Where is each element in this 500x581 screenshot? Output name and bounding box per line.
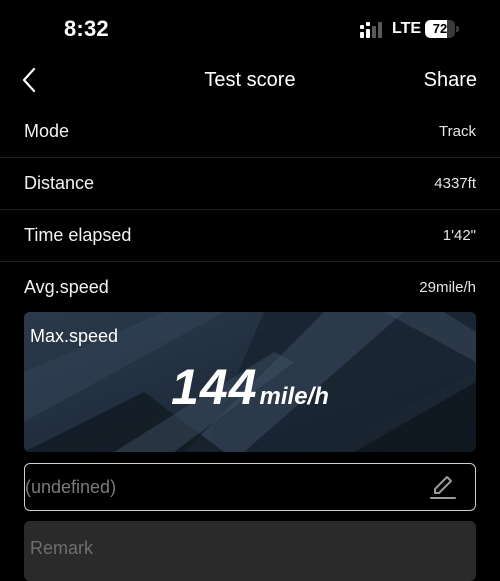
row-value: 1'42" (442, 227, 476, 244)
battery-icon: 72 (425, 20, 459, 38)
chevron-left-icon (22, 67, 36, 93)
row-value: 4337ft (434, 175, 476, 192)
row-value: 29mile/h (419, 279, 476, 296)
max-speed-unit: mile/h (259, 383, 329, 410)
max-speed-label: Max.speed (30, 326, 119, 346)
battery-level: 72 (432, 21, 448, 36)
status-time: 8:32 (64, 16, 109, 41)
row-value: Track (439, 123, 476, 140)
info-row-distance: Distance 4337ft (0, 158, 500, 210)
name-input[interactable] (25, 464, 405, 510)
name-field (24, 463, 476, 511)
signal-icon (360, 22, 382, 38)
back-button[interactable] (16, 66, 46, 96)
page-title: Test score (204, 69, 296, 91)
battery-body: 72 (425, 20, 455, 38)
max-speed-value: 144 (171, 359, 258, 415)
row-label: Avg.speed (24, 277, 109, 297)
remark-box (24, 521, 476, 581)
info-row-mode: Mode Track (0, 106, 500, 158)
status-bar: 8:32 LTE 72 (0, 0, 500, 60)
row-label: Distance (24, 173, 95, 193)
pencil-icon[interactable] (427, 471, 459, 503)
share-button[interactable]: Share (424, 69, 477, 92)
info-row-avg-speed: Avg.speed 29mile/h (0, 262, 500, 313)
carrier-label: LTE (392, 20, 422, 37)
nav-bar: Test score Share (0, 56, 500, 106)
info-row-time-elapsed: Time elapsed 1'42" (0, 210, 500, 262)
max-speed-card: Max.speed 144mile/h (24, 312, 476, 452)
max-speed-readout: 144mile/h (24, 358, 476, 416)
remark-input[interactable] (30, 533, 460, 563)
info-list: Mode Track Distance 4337ft Time elapsed … (0, 106, 500, 313)
battery-cap (456, 26, 459, 32)
row-label: Mode (24, 121, 70, 141)
row-label: Time elapsed (24, 225, 132, 245)
